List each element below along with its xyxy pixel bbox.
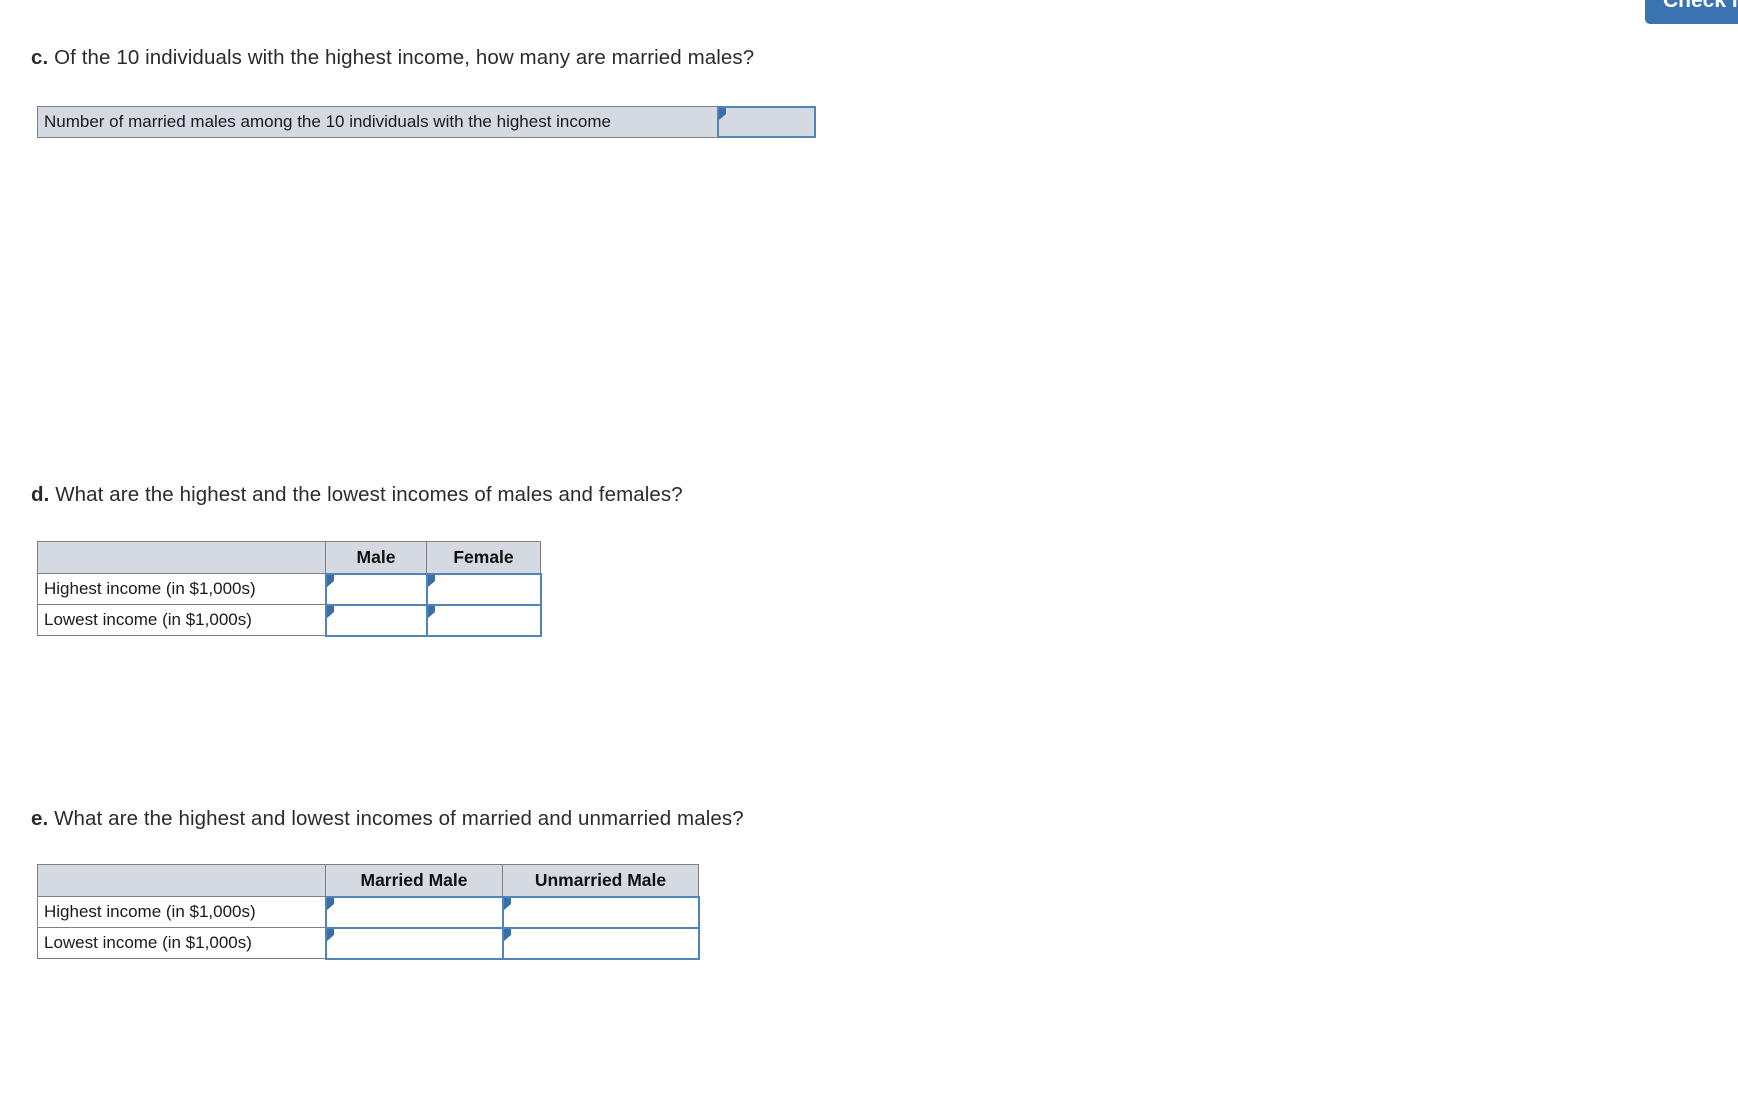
e-input-highest-unmarried[interactable] [501,895,700,929]
d-input-highest-male[interactable] [324,572,428,606]
table-row: Lowest income (in $1,000s) [37,603,542,637]
question-d-letter: d. [31,483,56,506]
question-c-answer-row: Number of married males among the 10 ind… [37,106,816,138]
question-d-text: What are the highest and the lowest inco… [55,483,683,506]
e-input-lowest-married[interactable] [324,926,504,960]
d-input-lowest-male[interactable] [324,603,428,637]
e-header-married-male: Married Male [325,864,503,897]
question-c-answer-input[interactable] [717,106,816,138]
d-header-blank [37,541,326,574]
question-d-heading: d. What are the highest and the lowest i… [31,483,683,507]
d-input-lowest-female[interactable] [425,603,542,637]
question-c-heading: c. Of the 10 individuals with the highes… [31,46,754,70]
e-row-label-highest: Highest income (in $1,000s) [37,896,326,928]
e-header-blank [37,864,326,897]
question-e-letter: e. [31,807,55,830]
d-header-female: Female [426,541,541,574]
table-header-row: Married Male Unmarried Male [37,864,699,897]
question-c-letter: c. [31,46,55,69]
question-d-table: Male Female Highest income (in $1,000s) … [37,541,542,637]
check-my-work-button[interactable]: Check my [1645,0,1738,24]
question-e-table: Married Male Unmarried Male Highest inco… [37,864,700,960]
e-input-highest-married[interactable] [324,895,504,929]
d-row-label-highest: Highest income (in $1,000s) [37,573,326,605]
table-row: Highest income (in $1,000s) [37,895,700,929]
e-header-unmarried-male: Unmarried Male [502,864,699,897]
d-row-label-lowest: Lowest income (in $1,000s) [37,604,326,636]
d-header-male: Male [325,541,427,574]
e-input-lowest-unmarried[interactable] [501,926,700,960]
e-row-label-lowest: Lowest income (in $1,000s) [37,927,326,959]
question-c-text: Of the 10 individuals with the highest i… [54,46,755,69]
table-row: Highest income (in $1,000s) [37,572,542,606]
d-input-highest-female[interactable] [425,572,542,606]
worksheet-page: Check my c. Of the 10 individuals with t… [0,0,1738,1098]
table-header-row: Male Female [37,541,541,574]
question-c-row-label: Number of married males among the 10 ind… [37,106,718,138]
question-e-heading: e. What are the highest and lowest incom… [31,807,744,831]
table-row: Lowest income (in $1,000s) [37,926,700,960]
question-e-text: What are the highest and lowest incomes … [54,807,744,830]
